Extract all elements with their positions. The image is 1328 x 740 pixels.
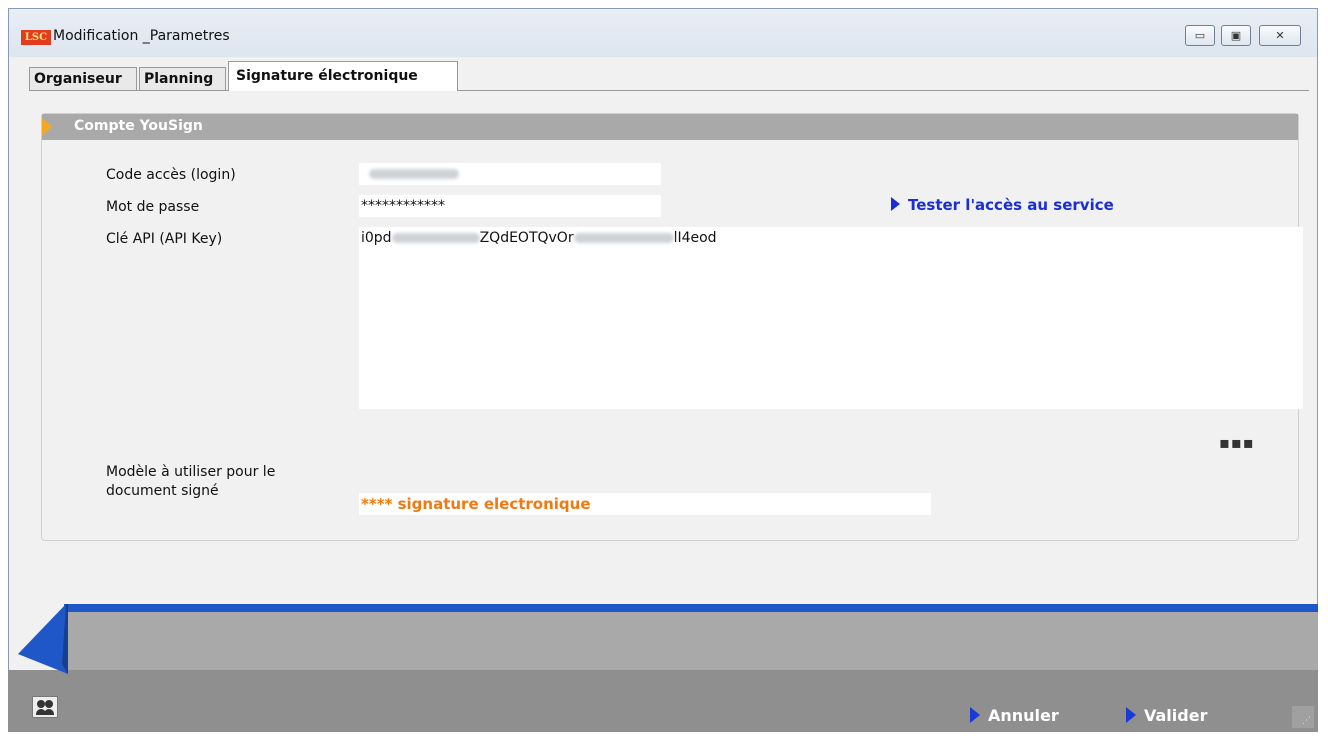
login-field[interactable] (359, 163, 661, 185)
template-label-line2: document signé (106, 483, 219, 499)
title-bar: LSC Modification _Parametres ▭ ▣ ✕ (9, 9, 1317, 57)
app-logo: LSC (21, 30, 51, 45)
tab-divider (29, 90, 1309, 91)
api-key-redacted-2 (573, 233, 674, 243)
users-icon[interactable] (32, 696, 58, 718)
template-field[interactable]: **** signature electronique (359, 493, 931, 515)
corner-triangle-icon (18, 604, 68, 674)
template-label: Modèle à utiliser pour le document signé (106, 463, 275, 501)
api-key-part1: i0pd (361, 230, 392, 246)
play-arrow-icon (1126, 707, 1136, 723)
minimize-button[interactable]: ▭ (1185, 25, 1215, 46)
footer-grey-band (64, 612, 1318, 670)
api-key-label: Clé API (API Key) (106, 231, 223, 247)
footer-band: Annuler Valider ⋰ (8, 604, 1318, 732)
section-title: Compte YouSign (74, 118, 203, 134)
cancel-label: Annuler (988, 706, 1059, 725)
login-label: Code accès (login) (106, 167, 236, 183)
tab-signature-electronique[interactable]: Signature électronique (228, 61, 458, 91)
section-arrow-icon (42, 118, 52, 136)
play-arrow-icon (891, 197, 900, 211)
api-key-part2: ZQdEOTQvOr (479, 230, 574, 246)
footer-blue-line (64, 604, 1318, 612)
password-label: Mot de passe (106, 199, 200, 215)
cancel-button[interactable]: Annuler (970, 706, 1059, 726)
api-key-field[interactable]: i0pd ZQdEOTQvOr lI4eod (359, 227, 1303, 409)
close-button[interactable]: ✕ (1259, 25, 1301, 46)
footer-bar (8, 670, 1318, 732)
validate-label: Valider (1144, 706, 1208, 725)
api-key-part3: lI4eod (673, 230, 717, 246)
test-access-label: Tester l'accès au service (908, 196, 1114, 214)
tab-planning[interactable]: Planning (139, 67, 226, 90)
window-title: Modification _Parametres (53, 28, 230, 44)
login-value-redacted (369, 169, 459, 179)
validate-button[interactable]: Valider (1126, 706, 1207, 726)
restore-button[interactable]: ▣ (1221, 25, 1251, 46)
tab-organiseur[interactable]: Organiseur (29, 67, 137, 90)
template-label-line1: Modèle à utiliser pour le (106, 464, 276, 480)
resize-grip-icon[interactable]: ⋰ (1292, 706, 1314, 728)
play-arrow-icon (970, 707, 980, 723)
test-access-link[interactable]: Tester l'accès au service (891, 195, 1114, 215)
more-options-button[interactable]: ▪▪▪ (1219, 433, 1255, 452)
password-field[interactable]: ************ (359, 195, 661, 217)
section-header: Compte YouSign (42, 114, 1298, 140)
api-key-redacted-1 (391, 233, 480, 243)
